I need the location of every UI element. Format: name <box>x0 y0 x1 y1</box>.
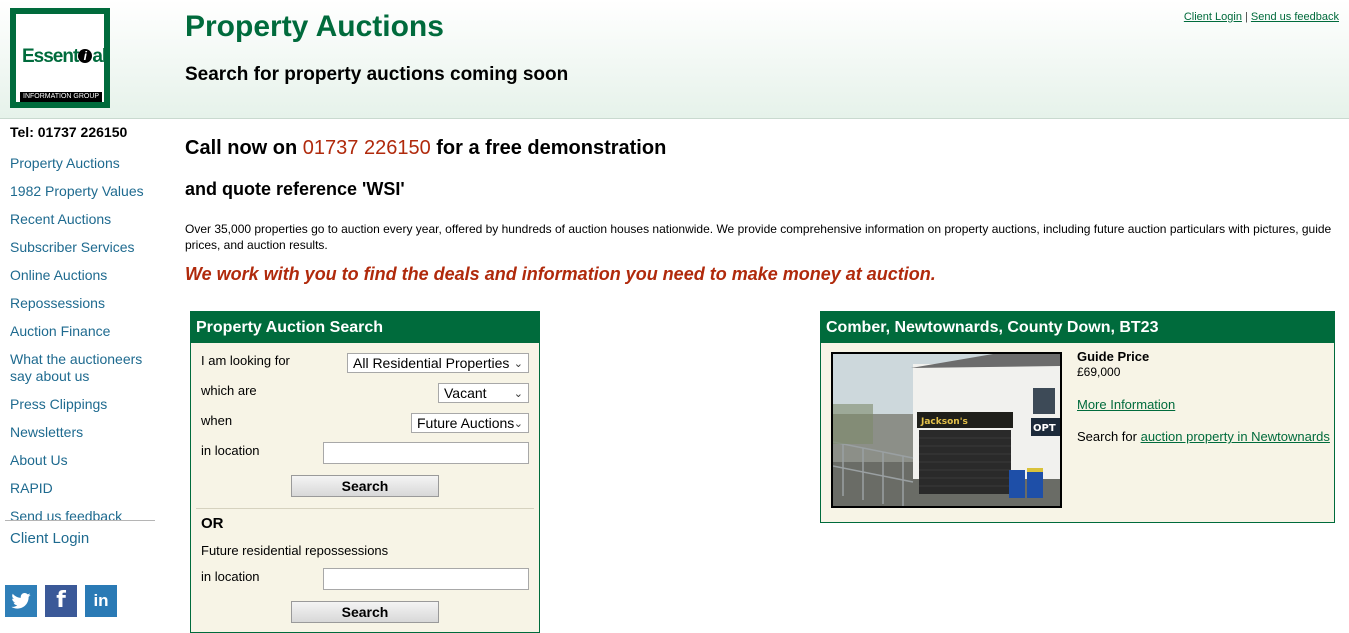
call-phone-number: 01737 226150 <box>302 137 431 159</box>
occupancy-select[interactable]: Vacant ⌄ <box>438 383 529 403</box>
sidebar-item-auction-finance[interactable]: Auction Finance <box>10 322 155 341</box>
sidebar-divider <box>5 520 155 521</box>
twitter-bird-icon <box>11 593 31 609</box>
property-type-value: All Residential Properties <box>353 355 510 371</box>
occupancy-value: Vacant <box>444 385 487 401</box>
search-panel-heading: Property Auction Search <box>191 312 539 343</box>
sidebar-item-recent-auctions[interactable]: Recent Auctions <box>10 210 155 229</box>
sidebar-client-login-link[interactable]: Client Login <box>10 530 89 547</box>
shop-sign-right-text: OPT <box>1033 423 1056 434</box>
linkedin-icon[interactable]: in <box>85 585 117 617</box>
chevron-down-icon: ⌄ <box>513 418 523 430</box>
featured-property-panel: Comber, Newtownards, County Down, BT23 J… <box>820 311 1335 523</box>
page-title: Property Auctions <box>185 10 444 43</box>
call-now-heading: Call now on 01737 226150 for a free demo… <box>185 137 667 159</box>
property-auction-search-panel: Property Auction Search I am looking for… <box>190 311 540 633</box>
repo-search-button[interactable]: Search <box>291 601 439 623</box>
sidebar-item-online-auctions[interactable]: Online Auctions <box>10 266 155 285</box>
auction-time-value: Future Auctions <box>417 415 515 431</box>
or-label: OR <box>201 515 224 532</box>
twitter-icon[interactable] <box>5 585 37 617</box>
more-information-link[interactable]: More Information <box>1077 397 1175 412</box>
featured-property-heading: Comber, Newtownards, County Down, BT23 <box>821 312 1334 343</box>
chevron-down-icon: ⌄ <box>513 358 523 370</box>
sidebar-telephone: Tel: 01737 226150 <box>10 124 128 140</box>
essential-information-group-logo[interactable]: Essent i al INFORMATION GROUP <box>10 8 110 108</box>
property-photo[interactable]: Jackson's OPT <box>831 352 1062 508</box>
page-header: Essent i al INFORMATION GROUP Property Auc… <box>0 0 1349 119</box>
location-input[interactable] <box>323 442 529 464</box>
sidebar-item-repossessions[interactable]: Repossessions <box>10 294 155 313</box>
sidebar-item-send-feedback[interactable]: Send us feedback <box>10 507 155 526</box>
auction-time-select[interactable]: Future Auctions ⌄ <box>411 413 529 433</box>
intro-paragraph: Over 35,000 properties go to auction eve… <box>185 222 1332 252</box>
logo-tagline-bar: INFORMATION GROUP <box>20 92 103 102</box>
logo-i-icon: i <box>78 49 93 63</box>
property-type-select[interactable]: All Residential Properties ⌄ <box>347 353 529 373</box>
top-links: Client Login | Send us feedback <box>1184 11 1339 23</box>
repo-location-input[interactable] <box>323 568 529 590</box>
location-label: in location <box>201 443 260 458</box>
guide-price-label: Guide Price <box>1077 349 1150 364</box>
page-subtitle: Search for property auctions coming soon <box>185 64 569 85</box>
search-for-text: Search for auction property in Newtownar… <box>1077 429 1330 444</box>
logo-inner: Essent i al INFORMATION GROUP <box>16 14 107 102</box>
sidebar-nav: Property Auctions 1982 Property Values R… <box>10 154 155 535</box>
chevron-down-icon: ⌄ <box>513 388 523 400</box>
sidebar-item-subscriber-services[interactable]: Subscriber Services <box>10 238 155 257</box>
sidebar-item-property-auctions[interactable]: Property Auctions <box>10 154 155 173</box>
top-links-separator: | <box>1245 11 1248 23</box>
when-label: when <box>201 413 233 428</box>
tagline: We work with you to find the deals and i… <box>185 264 936 284</box>
auction-property-newtownards-link[interactable]: auction property in Newtownards <box>1141 429 1330 444</box>
repossessions-label: Future residential repossessions <box>201 543 389 558</box>
which-are-label: which are <box>201 383 257 398</box>
search-button[interactable]: Search <box>291 475 439 497</box>
client-login-link[interactable]: Client Login <box>1184 11 1242 23</box>
shop-sign-text: Jackson's <box>920 417 968 427</box>
send-feedback-link[interactable]: Send us feedback <box>1251 11 1339 23</box>
property-photo-illustration: Jackson's OPT <box>833 354 1060 506</box>
sidebar-item-rapid[interactable]: RAPID <box>10 479 155 498</box>
sidebar-item-auctioneers-testimonials[interactable]: What the auctioneers say about us <box>10 350 145 386</box>
looking-for-label: I am looking for <box>201 353 290 368</box>
logo-wordmark: Essent i al <box>22 46 107 67</box>
sidebar-item-press-clippings[interactable]: Press Clippings <box>10 395 155 414</box>
guide-price-value: £69,000 <box>1077 365 1121 379</box>
sidebar-item-newsletters[interactable]: Newsletters <box>10 423 155 442</box>
sidebar-item-1982-property-values[interactable]: 1982 Property Values <box>10 182 155 201</box>
search-divider <box>196 508 534 509</box>
quote-reference: and quote reference 'WSI' <box>185 179 405 199</box>
sidebar-item-about-us[interactable]: About Us <box>10 451 155 470</box>
repo-location-label: in location <box>201 569 260 584</box>
facebook-icon[interactable]: f <box>45 585 77 617</box>
